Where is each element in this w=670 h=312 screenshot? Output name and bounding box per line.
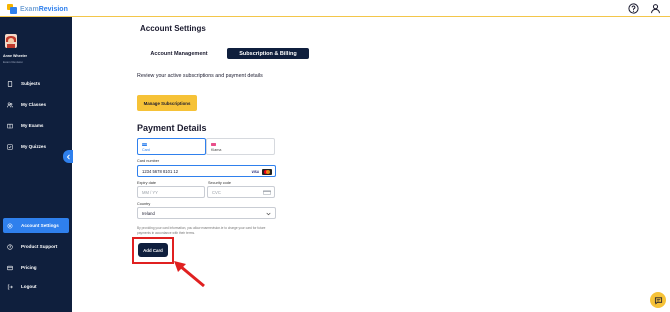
card-disclaimer: By providing your card information, you … xyxy=(137,226,266,235)
user-subtitle: Exam Revision xyxy=(3,60,24,64)
chevron-left-icon xyxy=(66,153,70,160)
sidebar-item-my-classes[interactable]: My Classes xyxy=(3,97,69,112)
expiry-placeholder: MM / YY xyxy=(142,189,158,195)
country-select[interactable]: Ireland xyxy=(137,207,276,219)
sidebar-item-label: Product Support xyxy=(21,244,58,249)
chevron-down-icon xyxy=(266,212,271,216)
checkbox-icon xyxy=(7,143,13,150)
manage-subscriptions-button[interactable]: Manage Subscriptions xyxy=(137,95,197,111)
card-number-label: Card number xyxy=(137,159,160,163)
users-icon xyxy=(7,101,13,107)
sidebar-item-label: My Classes xyxy=(21,102,47,107)
klarna-icon xyxy=(211,143,216,146)
country-label: Country xyxy=(137,202,151,206)
chat-button[interactable] xyxy=(650,292,666,308)
sidebar-item-logout[interactable]: Logout xyxy=(3,279,69,294)
logo-icon xyxy=(7,3,17,15)
sidebar: Anne Wheeler Exam Revision Subjects My C… xyxy=(0,17,72,312)
card-icon xyxy=(7,265,13,270)
country-value: Ireland xyxy=(142,210,155,216)
sidebar-item-account-settings[interactable]: Account Settings xyxy=(3,218,69,233)
sidebar-item-subjects[interactable]: Subjects xyxy=(3,76,69,91)
expiry-date-input[interactable]: MM / YY xyxy=(137,186,205,198)
pointer-arrow xyxy=(174,261,205,288)
payment-method-label: Klarna xyxy=(211,148,222,152)
security-code-label: Security code xyxy=(208,181,232,185)
payment-method-label: Card xyxy=(142,148,150,152)
highlight-box xyxy=(132,237,174,264)
logout-icon xyxy=(7,284,13,289)
payment-method-card[interactable]: Card xyxy=(137,138,206,155)
phone-icon xyxy=(7,80,13,87)
help-icon xyxy=(7,243,13,250)
cvc-card-icon xyxy=(263,190,271,195)
app-logo[interactable]: ExamRevision xyxy=(7,3,68,15)
expiry-date-label: Expiry date xyxy=(137,181,156,185)
sidebar-item-label: Logout xyxy=(21,284,37,289)
sidebar-item-product-support[interactable]: Product Support xyxy=(3,239,69,254)
cvc-placeholder: CVC xyxy=(212,189,221,195)
chat-icon xyxy=(654,296,662,304)
top-bar: ExamRevision xyxy=(0,0,670,17)
visa-icon: VISA xyxy=(251,170,259,174)
user-name: Anne Wheeler xyxy=(3,54,27,58)
gear-icon xyxy=(7,223,13,228)
tab-subscription-billing[interactable]: Subscription & Billing xyxy=(227,48,309,59)
sidebar-collapse-button[interactable] xyxy=(63,150,73,163)
card-number-value: 1234 5678 8101 12 xyxy=(142,168,179,174)
payment-method-klarna[interactable]: Klarna xyxy=(206,138,275,155)
sidebar-item-label: Pricing xyxy=(21,265,37,270)
help-icon[interactable] xyxy=(628,3,639,14)
sidebar-item-label: Account Settings xyxy=(21,223,59,228)
avatar[interactable] xyxy=(4,33,18,49)
sidebar-item-label: Subjects xyxy=(21,81,41,86)
sidebar-item-my-quizzes[interactable]: My Quizzes xyxy=(3,139,69,154)
subscription-description: Review your active subscriptions and pay… xyxy=(137,73,263,79)
sidebar-item-my-exams[interactable]: My Exams xyxy=(3,118,69,133)
security-code-input[interactable]: CVC xyxy=(207,186,275,198)
card-icon xyxy=(142,143,147,146)
mastercard-icon xyxy=(262,168,272,175)
payment-details-heading: Payment Details xyxy=(137,123,207,133)
book-icon xyxy=(7,123,13,128)
sidebar-item-label: My Quizzes xyxy=(21,144,47,149)
sidebar-item-label: My Exams xyxy=(21,123,44,128)
logo-prefix: Exam xyxy=(20,5,39,13)
page-title: Account Settings xyxy=(140,24,206,33)
logo-suffix: Revision xyxy=(38,5,68,13)
user-icon[interactable] xyxy=(650,3,661,14)
tab-account-management[interactable]: Account Management xyxy=(140,48,218,59)
card-number-input[interactable]: 1234 5678 8101 12 VISA xyxy=(137,165,276,177)
sidebar-item-pricing[interactable]: Pricing xyxy=(3,260,69,275)
